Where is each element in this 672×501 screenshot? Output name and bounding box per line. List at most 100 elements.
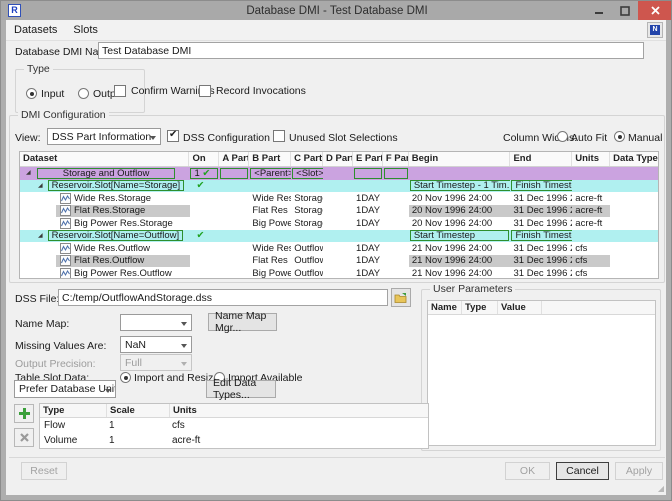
col-c-part[interactable]: C Part bbox=[291, 152, 323, 166]
col-f-part[interactable]: F Part bbox=[383, 152, 409, 166]
maximize-icon[interactable] bbox=[612, 1, 638, 20]
col-units[interactable]: Units bbox=[170, 404, 428, 417]
x-icon bbox=[20, 433, 29, 442]
dmi-configuration-legend: DMI Configuration bbox=[18, 109, 109, 121]
dss-configuration-label[interactable]: DSS Configuration bbox=[183, 132, 270, 144]
table-row[interactable]: Volume 1 acre-ft bbox=[40, 433, 428, 448]
slot-selector[interactable]: Reservoir.Slot[Name=Storage] bbox=[48, 180, 185, 191]
col-on[interactable]: On bbox=[189, 152, 219, 166]
col-end[interactable]: End bbox=[510, 152, 572, 166]
name-map-select[interactable] bbox=[120, 314, 192, 331]
add-row-button[interactable] bbox=[14, 404, 34, 423]
menu-datasets[interactable]: Datasets bbox=[6, 22, 65, 38]
col-e-part[interactable]: E Part bbox=[353, 152, 383, 166]
col-value[interactable]: Value bbox=[498, 301, 542, 314]
resize-grip[interactable]: ◢ bbox=[658, 484, 664, 493]
plus-icon bbox=[19, 408, 30, 419]
col-b-part[interactable]: B Part bbox=[249, 152, 291, 166]
table-row-slot[interactable]: Big Power Res.Storage Big Power Storage … bbox=[20, 217, 658, 230]
footer-divider bbox=[9, 457, 665, 458]
begin-value[interactable]: Start Timestep bbox=[410, 230, 510, 241]
unused-slot-selections-label[interactable]: Unused Slot Selections bbox=[289, 132, 398, 144]
close-icon[interactable] bbox=[638, 1, 672, 20]
table-row-slot-group[interactable]: ◢ Reservoir.Slot[Name=Outflow] ✔ Start Ti… bbox=[20, 230, 658, 243]
manual-radio[interactable] bbox=[614, 131, 625, 142]
prefer-units-select[interactable]: Prefer Database Units bbox=[14, 380, 116, 398]
begin-value[interactable]: Start Timestep - 1 Tim... bbox=[410, 180, 511, 191]
dataset-name[interactable]: Storage and Outflow bbox=[37, 168, 176, 179]
riverware-dataset-icon[interactable]: N bbox=[647, 22, 663, 38]
unused-slot-selections-checkbox[interactable] bbox=[273, 130, 285, 142]
chevron-down-icon bbox=[181, 344, 187, 348]
slot-selector[interactable]: Reservoir.Slot[Name=Outflow] bbox=[48, 230, 184, 241]
window-border-right bbox=[666, 1, 671, 501]
tree-expand-icon[interactable]: ◢ bbox=[38, 230, 43, 242]
output-radio[interactable] bbox=[78, 88, 89, 99]
apply-button[interactable]: Apply bbox=[615, 462, 663, 480]
series-slot-icon bbox=[60, 193, 71, 204]
check-icon: ✔ bbox=[196, 180, 204, 191]
window-border-left bbox=[1, 1, 6, 501]
name-map-label: Name Map: bbox=[15, 318, 69, 330]
user-parameters-legend: User Parameters bbox=[430, 283, 515, 295]
end-value[interactable]: Finish Timestep bbox=[511, 230, 572, 241]
reset-button[interactable]: Reset bbox=[21, 462, 67, 480]
check-icon: ✔ bbox=[196, 230, 204, 241]
input-radio[interactable] bbox=[26, 88, 37, 99]
dmi-name-input[interactable] bbox=[98, 42, 644, 59]
edit-data-types-button[interactable]: Edit Data Types... bbox=[206, 380, 276, 398]
menu-slots[interactable]: Slots bbox=[65, 22, 105, 38]
unit-types-table[interactable]: Type Scale Units Flow 1 cfs Volume 1 acr… bbox=[39, 403, 429, 449]
dss-file-input[interactable] bbox=[58, 289, 388, 306]
table-row-slot[interactable]: Wide Res.Outflow Wide Res Outflow 1DAY 2… bbox=[20, 242, 658, 255]
col-data-type[interactable]: Data Type bbox=[610, 152, 658, 166]
table-row-slot-group[interactable]: ◢ Reservoir.Slot[Name=Storage] ✔ Start Ti… bbox=[20, 180, 658, 193]
browse-folder-button[interactable] bbox=[391, 288, 411, 307]
dataset-table: Dataset On A Part B Part C Part D Part E… bbox=[19, 151, 659, 279]
database-dmi-dialog: R Database DMI - Test Database DMI Datas… bbox=[0, 0, 672, 501]
chevron-down-icon bbox=[105, 389, 111, 393]
col-units[interactable]: Units bbox=[572, 152, 610, 166]
tree-expand-icon[interactable]: ◢ bbox=[38, 180, 43, 192]
col-a-part[interactable]: A Part bbox=[219, 152, 249, 166]
auto-fit-radio[interactable] bbox=[557, 131, 568, 142]
import-and-resize-radio[interactable] bbox=[120, 372, 131, 383]
cancel-button[interactable]: Cancel bbox=[556, 462, 609, 480]
view-select[interactable]: DSS Part Information bbox=[47, 128, 161, 145]
record-invocations-checkbox[interactable] bbox=[199, 85, 211, 97]
series-slot-icon bbox=[60, 205, 71, 216]
confirm-warnings-checkbox[interactable] bbox=[114, 85, 126, 97]
col-name[interactable]: Name bbox=[428, 301, 462, 314]
check-icon: ✔ bbox=[202, 168, 210, 179]
table-row-slot-selected[interactable]: Flat Res.Outflow Flat Res Outflow 1DAY 2… bbox=[20, 255, 658, 268]
col-d-part[interactable]: D Part bbox=[323, 152, 353, 166]
table-row-dataset[interactable]: ◢Storage and Outflow 1 ✔ <Parent> <Slot> bbox=[20, 167, 658, 180]
series-slot-icon bbox=[60, 255, 71, 266]
missing-values-select[interactable]: NaN bbox=[120, 336, 192, 353]
series-slot-icon bbox=[60, 243, 71, 254]
input-radio-label[interactable]: Input bbox=[41, 88, 64, 100]
col-dataset[interactable]: Dataset bbox=[20, 152, 189, 166]
col-type[interactable]: Type bbox=[40, 404, 107, 417]
table-row-slot-selected[interactable]: Flat Res.Storage Flat Res Storage 1DAY 2… bbox=[20, 205, 658, 218]
name-map-mgr-button[interactable]: Name Map Mgr... bbox=[208, 313, 277, 331]
title-bar: R Database DMI - Test Database DMI bbox=[1, 1, 672, 20]
ok-button[interactable]: OK bbox=[505, 462, 550, 480]
auto-fit-label[interactable]: Auto Fit bbox=[571, 132, 607, 144]
table-row-slot[interactable]: Big Power Res.Outflow Big Power Outflow … bbox=[20, 267, 658, 279]
col-begin[interactable]: Begin bbox=[409, 152, 511, 166]
minimize-icon[interactable] bbox=[586, 1, 612, 20]
manual-label[interactable]: Manual bbox=[628, 132, 662, 144]
tree-expand-icon[interactable]: ◢ bbox=[26, 167, 31, 179]
delete-row-button[interactable] bbox=[14, 428, 34, 447]
series-slot-icon bbox=[60, 268, 71, 279]
table-row[interactable]: Flow 1 cfs bbox=[40, 418, 428, 433]
dss-file-label: DSS File: bbox=[15, 293, 59, 305]
dss-configuration-checkbox[interactable]: ✔ bbox=[167, 130, 179, 142]
table-row-slot[interactable]: Wide Res.Storage Wide Res Storage 1DAY 2… bbox=[20, 192, 658, 205]
record-invocations-label[interactable]: Record Invocations bbox=[216, 85, 306, 97]
end-value[interactable]: Finish Timestep bbox=[511, 180, 572, 191]
user-parameters-table[interactable]: Name Type Value bbox=[427, 300, 656, 446]
col-scale[interactable]: Scale bbox=[107, 404, 170, 417]
col-type[interactable]: Type bbox=[462, 301, 498, 314]
